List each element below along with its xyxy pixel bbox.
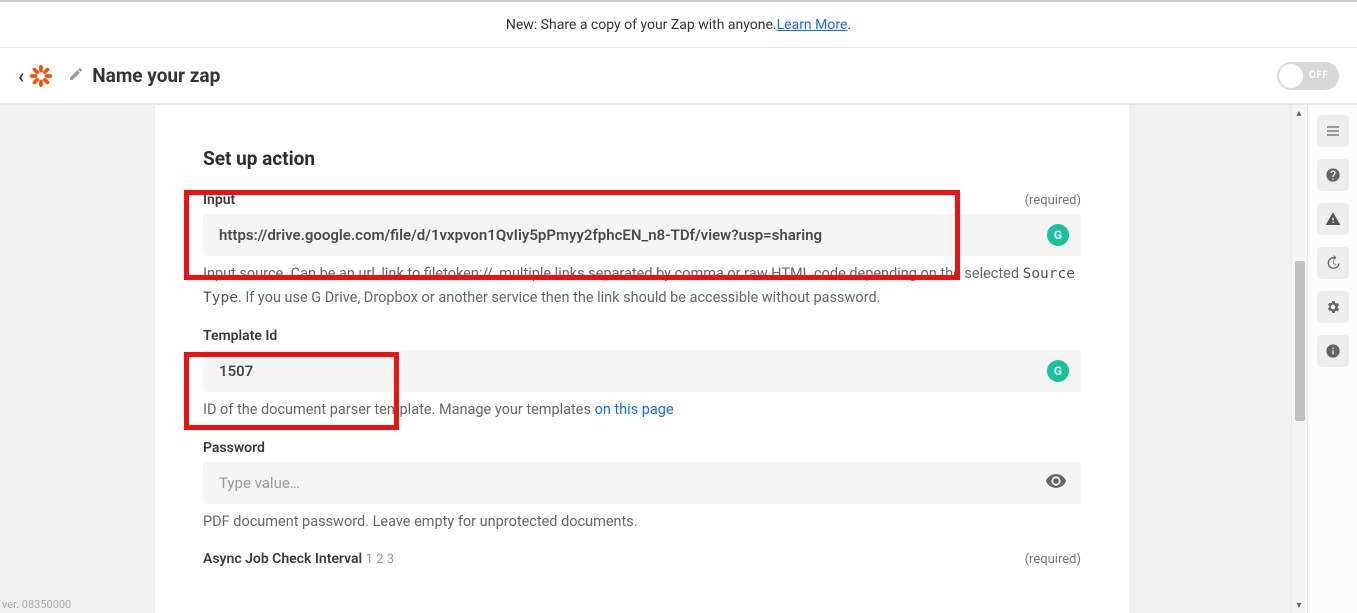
info-icon[interactable] <box>1317 335 1349 367</box>
announcement-banner: New: Share a copy of your Zap with anyon… <box>0 0 1357 48</box>
zap-title[interactable]: Name your zap <box>92 64 220 87</box>
password-placeholder: Type value… <box>219 474 300 492</box>
grammarly-icon[interactable]: G <box>1047 360 1069 382</box>
toggle-off-label: OFF <box>1309 70 1328 81</box>
async-field-group: Async Job Check Interval 1 2 3 (required… <box>203 551 1081 573</box>
right-rail <box>1307 105 1357 613</box>
action-setup-panel: Set up action Input (required) https://d… <box>154 105 1130 613</box>
content-scrollbar-thumb[interactable] <box>1295 261 1305 421</box>
version-text: ver. 08350000 <box>2 598 71 611</box>
banner-text-after: . <box>847 17 851 33</box>
template-id-value: 1507 <box>219 362 253 380</box>
header-bar: ‹ Name your zap OFF <box>0 48 1357 104</box>
async-label: Async Job Check Interval 1 2 3 <box>203 551 394 567</box>
banner-learn-more-link[interactable]: Learn More <box>777 17 848 33</box>
password-label: Password <box>203 440 1081 456</box>
password-field-group: Password Type value… PDF document passwo… <box>203 440 1081 533</box>
zapier-logo-icon[interactable] <box>30 65 52 87</box>
section-title: Set up action <box>203 147 1081 170</box>
outline-icon[interactable] <box>1317 115 1349 147</box>
input-required-tag: (required) <box>1025 193 1081 208</box>
template-id-label: Template Id <box>203 328 1081 344</box>
password-field[interactable]: Type value… <box>203 462 1081 504</box>
edit-title-icon[interactable] <box>68 66 84 86</box>
template-id-field[interactable]: 1507 G <box>203 350 1081 392</box>
zap-enable-toggle[interactable]: OFF <box>1277 62 1339 90</box>
back-chevron-icon[interactable]: ‹ <box>18 64 24 88</box>
visibility-icon[interactable] <box>1045 470 1067 496</box>
input-help-text: Input source. Can be an url, link to fil… <box>203 262 1081 310</box>
input-field-group: Input (required) https://drive.google.co… <box>203 192 1081 310</box>
settings-icon[interactable] <box>1317 291 1349 323</box>
grammarly-icon[interactable]: G <box>1047 224 1069 246</box>
warning-icon[interactable] <box>1317 203 1349 235</box>
template-id-field-group: Template Id 1507 G ID of the document pa… <box>203 328 1081 421</box>
template-page-link[interactable]: on this page <box>595 401 674 418</box>
help-icon[interactable] <box>1317 159 1349 191</box>
content-scrollbar-track[interactable]: ▴ ▾ <box>1291 105 1307 613</box>
input-url-value: https://drive.google.com/file/d/1vxpvon1… <box>219 226 822 244</box>
input-url-field[interactable]: https://drive.google.com/file/d/1vxpvon1… <box>203 214 1081 256</box>
scroll-up-icon[interactable]: ▴ <box>1291 105 1307 121</box>
async-required-tag: (required) <box>1025 552 1081 567</box>
scroll-down-icon[interactable]: ▾ <box>1291 597 1307 613</box>
template-id-help-text: ID of the document parser template. Mana… <box>203 398 1081 421</box>
main-area: Set up action Input (required) https://d… <box>0 104 1357 613</box>
history-icon[interactable] <box>1317 247 1349 279</box>
input-label: Input <box>203 192 235 208</box>
banner-text: New: Share a copy of your Zap with anyon… <box>506 17 777 33</box>
toggle-knob <box>1279 64 1303 88</box>
password-help-text: PDF document password. Leave empty for u… <box>203 510 1081 533</box>
